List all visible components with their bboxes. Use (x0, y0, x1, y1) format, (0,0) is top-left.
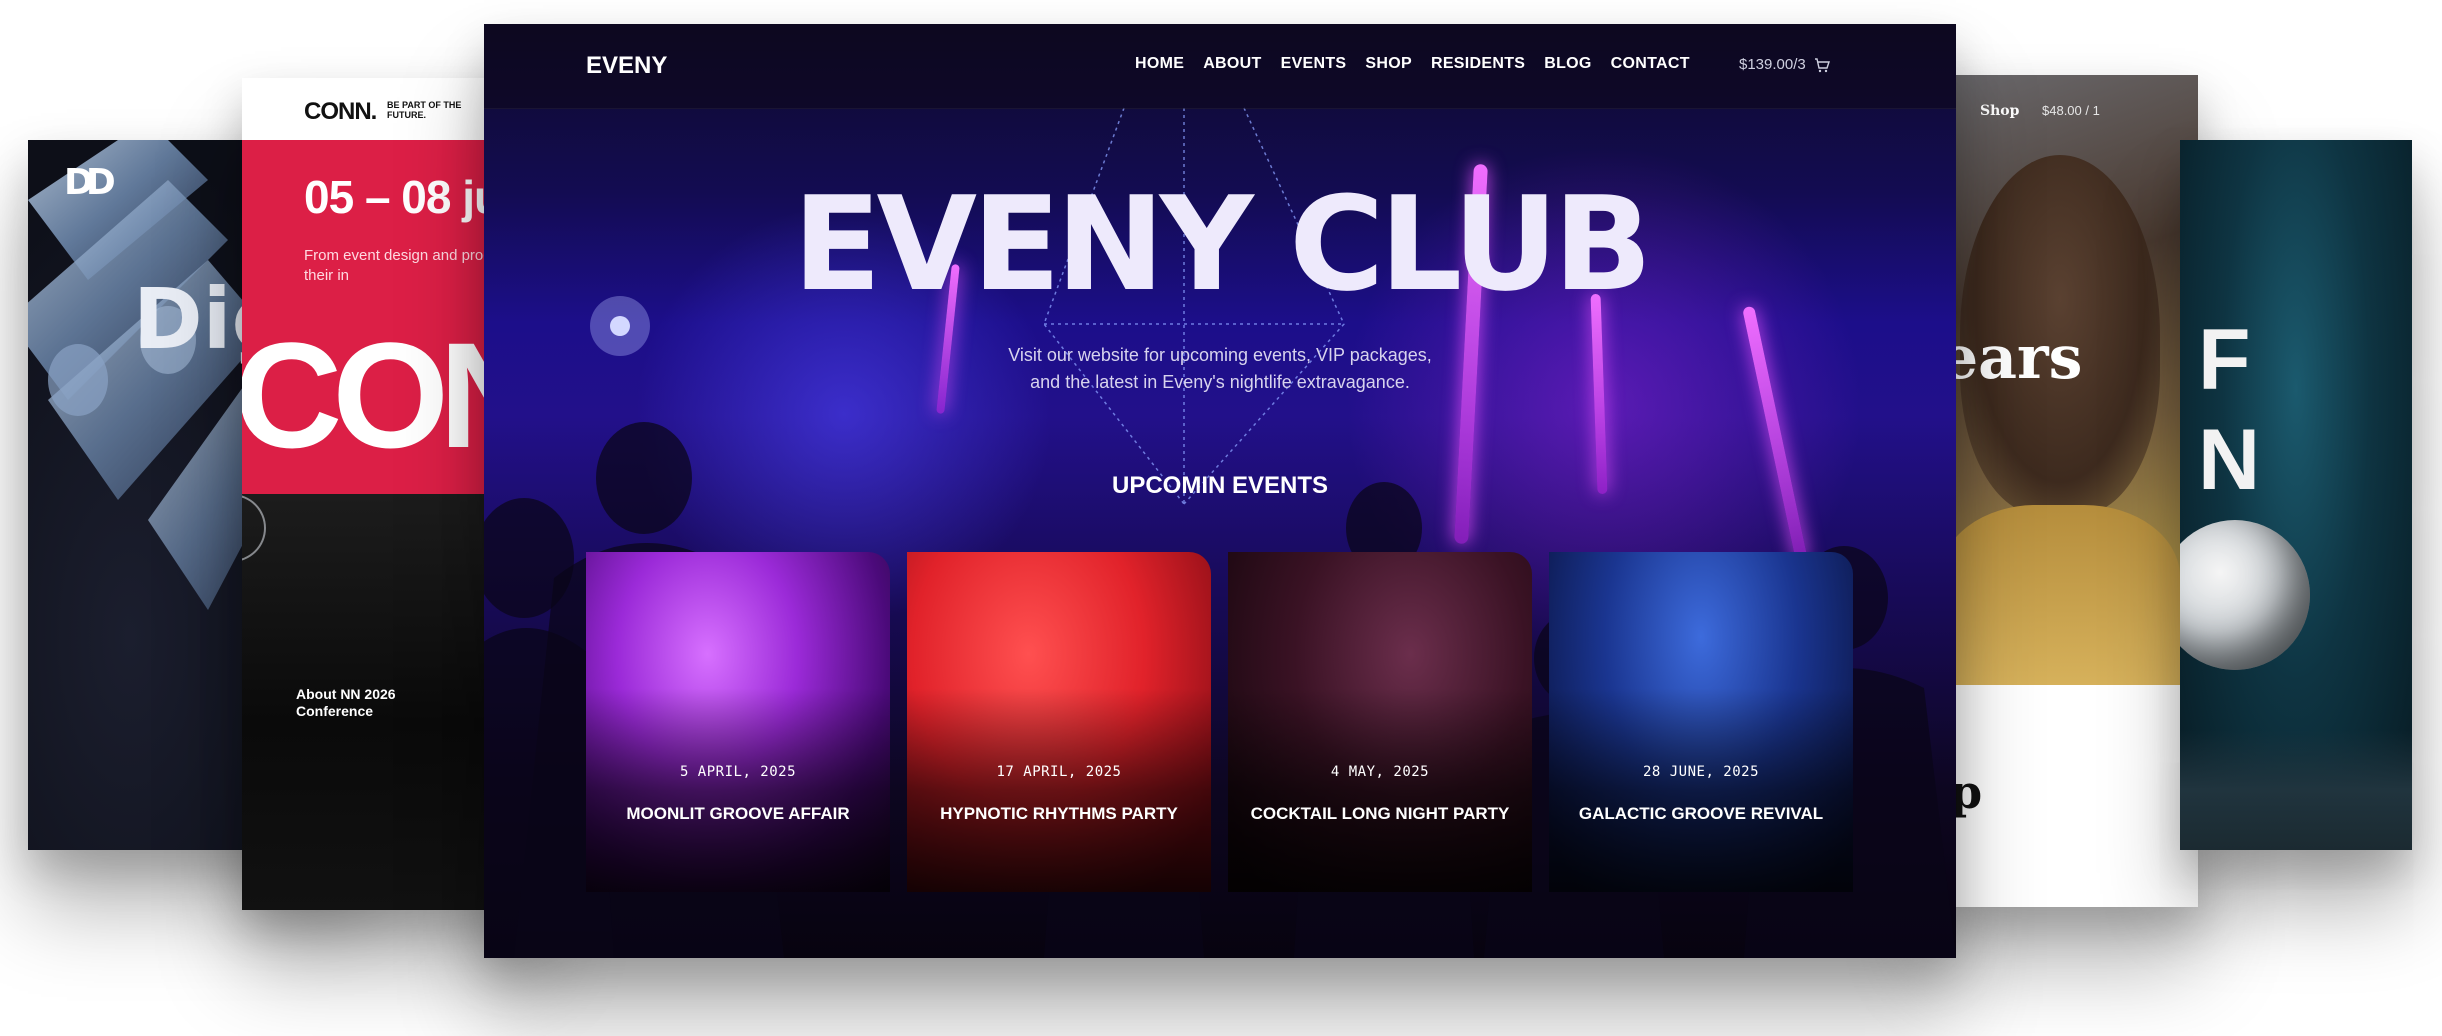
hero-subtitle-line-2: and the latest in Eveny's nightlife extr… (1030, 372, 1410, 392)
football-title-line-1: F (2198, 312, 2251, 408)
event-title[interactable]: GALACTIC GROOVE REVIVAL (1571, 804, 1831, 824)
event-card[interactable]: 4 MAY, 2025 COCKTAIL LONG NIGHT PARTY (1228, 552, 1532, 892)
nav-blog[interactable]: BLOG (1544, 55, 1591, 73)
event-date: 5 APRIL, 2025 (679, 764, 797, 780)
conn-about-label: About NN 2026 Conference (296, 686, 396, 719)
hero-subtitle-line-1: Visit our website for upcoming events, V… (1008, 345, 1432, 365)
nav-events[interactable]: EVENTS (1281, 55, 1347, 73)
conn-decorative-circle (242, 494, 266, 562)
showcase-scene: DD Dig CONN. BE PART OF THE FUTURE. 05 –… (0, 0, 2442, 1036)
football-hero-title: F N (2198, 310, 2260, 510)
cart-total: $139.00/3 (1739, 56, 1806, 73)
event-card-overlay (907, 552, 1211, 892)
dd-logo[interactable]: DD (64, 162, 116, 203)
nav-residents[interactable]: RESIDENTS (1431, 55, 1525, 73)
event-date: 4 MAY, 2025 (1330, 764, 1430, 780)
conn-logo[interactable]: CONN. (304, 98, 377, 126)
football-icon (2180, 520, 2310, 670)
event-card-overlay (1549, 552, 1853, 892)
hero-title: EVENY CLUB (792, 168, 1653, 320)
nav-shop[interactable]: SHOP (1365, 55, 1412, 73)
event-card-overlay (586, 552, 890, 892)
events-list: 5 APRIL, 2025 MOONLIT GROOVE AFFAIR 17 A… (586, 552, 1854, 892)
festival-hero-title: ears (1940, 323, 2083, 393)
eveny-main-preview[interactable]: EVENY HOME ABOUT EVENTS SHOP RESIDENTS B… (484, 24, 1956, 958)
event-date: 17 APRIL, 2025 (996, 764, 1122, 780)
event-date: 28 JUNE, 2025 (1642, 764, 1760, 780)
turf-shape (2180, 730, 2412, 850)
conn-event-date: 05 – 08 ju (304, 171, 502, 223)
main-navbar: EVENY HOME ABOUT EVENTS SHOP RESIDENTS B… (484, 24, 1956, 109)
eveny-logo[interactable]: EVENY (586, 52, 667, 80)
event-card-overlay (1228, 552, 1532, 892)
main-menu: HOME ABOUT EVENTS SHOP RESIDENTS BLOG CO… (1135, 55, 1690, 73)
hero-subtitle: Visit our website for upcoming events, V… (970, 342, 1470, 396)
nav-about[interactable]: ABOUT (1203, 55, 1261, 73)
event-title[interactable]: COCKTAIL LONG NIGHT PARTY (1250, 804, 1510, 824)
nav-contact[interactable]: CONTACT (1611, 55, 1690, 73)
nav-home[interactable]: HOME (1135, 55, 1184, 73)
event-card[interactable]: 28 JUNE, 2025 GALACTIC GROOVE REVIVAL (1549, 552, 1853, 892)
event-card[interactable]: 5 APRIL, 2025 MOONLIT GROOVE AFFAIR (586, 552, 890, 892)
upcoming-events-heading: UPCOMIN EVENTS (1111, 472, 1329, 499)
football-title-line-2: N (2198, 412, 2261, 508)
theme-preview-festival[interactable]: Shop $48.00 / 1 ears p (1930, 75, 2198, 907)
dress-shape (1940, 505, 2180, 685)
festival-photo: Shop $48.00 / 1 ears (1930, 75, 2198, 685)
cart-button[interactable]: $139.00/3 (1739, 56, 1830, 73)
event-title[interactable]: MOONLIT GROOVE AFFAIR (608, 804, 868, 824)
event-title[interactable]: HYPNOTIC RHYTHMS PARTY (929, 804, 1189, 824)
conn-tagline: BE PART OF THE FUTURE. (387, 100, 462, 120)
festival-cart-price[interactable]: $48.00 / 1 (2042, 103, 2100, 118)
festival-nav-shop[interactable]: Shop (1980, 103, 2019, 119)
festival-nav: Shop $48.00 / 1 (1930, 103, 2198, 123)
theme-preview-football[interactable]: F N (2180, 140, 2412, 850)
cart-icon (1814, 57, 1830, 72)
event-card[interactable]: 17 APRIL, 2025 HYPNOTIC RHYTHMS PARTY (907, 552, 1211, 892)
